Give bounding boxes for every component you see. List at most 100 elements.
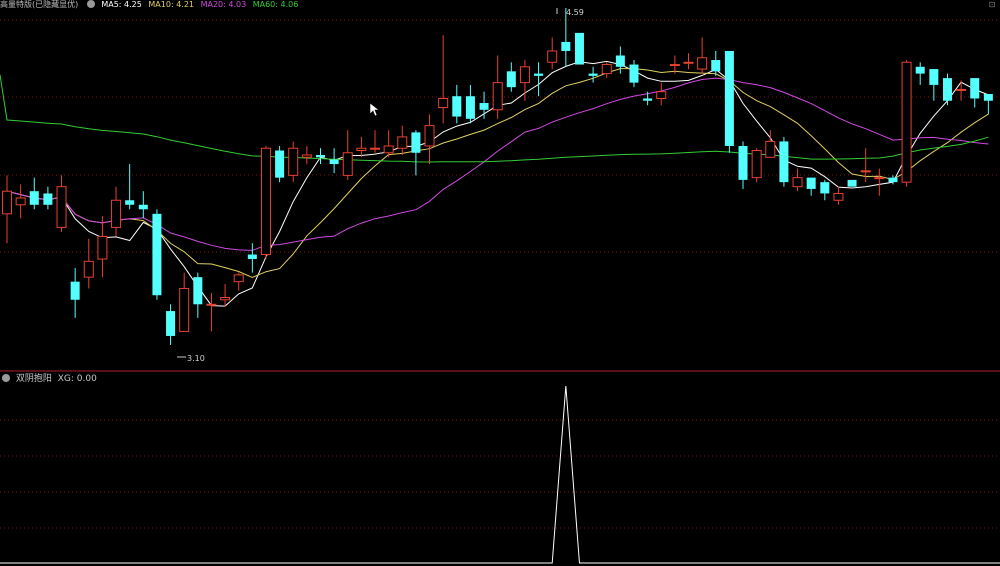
candle bbox=[547, 37, 558, 70]
candle bbox=[260, 145, 271, 260]
candle bbox=[179, 272, 190, 332]
candle-body bbox=[233, 274, 244, 283]
candle-body bbox=[779, 141, 789, 183]
candle-body bbox=[138, 204, 148, 210]
candle-body bbox=[166, 311, 176, 336]
candle bbox=[138, 191, 148, 219]
candle bbox=[111, 186, 122, 237]
candle-body bbox=[247, 254, 257, 260]
candle-body bbox=[629, 64, 639, 83]
candle-body bbox=[152, 213, 162, 296]
candle-body bbox=[179, 287, 190, 332]
candle bbox=[724, 50, 734, 153]
candle bbox=[656, 82, 667, 106]
candle-body bbox=[492, 82, 503, 111]
candle-body bbox=[888, 177, 898, 183]
candle bbox=[792, 168, 803, 192]
candle bbox=[601, 62, 612, 79]
candle-body bbox=[424, 125, 435, 147]
candle-body bbox=[397, 136, 408, 149]
signal-panel bbox=[0, 385, 1000, 564]
candle bbox=[329, 148, 339, 174]
candle bbox=[29, 177, 39, 210]
candle bbox=[970, 78, 980, 108]
candle-body bbox=[465, 96, 475, 119]
candle-body bbox=[561, 41, 571, 51]
candle bbox=[411, 130, 421, 176]
candle-body bbox=[83, 260, 94, 278]
candle-body bbox=[724, 50, 734, 146]
candle-body bbox=[70, 281, 80, 300]
candle-body bbox=[383, 145, 394, 154]
candle-body bbox=[301, 154, 312, 158]
candle bbox=[847, 179, 857, 187]
candle bbox=[915, 62, 925, 85]
candle-body bbox=[970, 78, 980, 99]
candle bbox=[15, 184, 26, 219]
candle bbox=[193, 272, 203, 318]
candle bbox=[874, 168, 885, 196]
candle-body bbox=[833, 192, 844, 201]
candle bbox=[901, 60, 912, 187]
candle bbox=[2, 175, 12, 244]
candle-body bbox=[411, 132, 421, 153]
candle bbox=[820, 179, 830, 201]
candle-body bbox=[915, 66, 925, 74]
candle-body bbox=[220, 297, 231, 301]
candle-body bbox=[765, 140, 776, 158]
candle-body bbox=[2, 190, 12, 215]
candle bbox=[233, 272, 244, 291]
candlestick-chart[interactable]: 4.59 3.10 bbox=[0, 0, 1000, 566]
candle bbox=[629, 60, 639, 88]
candle-body bbox=[697, 57, 708, 70]
price-annotations: 4.59 3.10 bbox=[177, 8, 584, 363]
candle-body bbox=[847, 179, 857, 187]
candle bbox=[806, 177, 816, 196]
candle bbox=[43, 186, 53, 210]
candle-body bbox=[506, 71, 516, 88]
candle bbox=[942, 73, 952, 106]
candle-body bbox=[97, 235, 108, 260]
candles bbox=[2, 8, 993, 345]
candle bbox=[751, 148, 762, 183]
candle bbox=[669, 55, 680, 74]
candle bbox=[506, 62, 516, 92]
candle bbox=[643, 91, 653, 106]
candle-body bbox=[711, 60, 721, 72]
candle bbox=[479, 91, 489, 119]
candle bbox=[534, 62, 544, 97]
candle bbox=[247, 243, 257, 273]
candle-body bbox=[370, 147, 381, 150]
candle bbox=[275, 145, 285, 183]
candle bbox=[206, 292, 217, 332]
candle-body bbox=[15, 197, 26, 206]
candle-body bbox=[574, 32, 584, 65]
candle bbox=[288, 141, 299, 183]
candle-body bbox=[929, 69, 939, 85]
candle bbox=[519, 60, 530, 101]
candle-body bbox=[643, 98, 653, 101]
candle-body bbox=[792, 177, 803, 188]
candle bbox=[697, 37, 708, 74]
mouse-cursor-icon bbox=[369, 102, 380, 117]
candle-body bbox=[125, 200, 135, 205]
candle-body bbox=[615, 55, 625, 67]
candle bbox=[152, 209, 162, 300]
candle-body bbox=[683, 61, 694, 64]
candle bbox=[683, 53, 694, 70]
candle-body bbox=[656, 91, 667, 99]
low-price-label: 3.10 bbox=[187, 354, 205, 363]
candle-body bbox=[874, 177, 885, 180]
candle-body bbox=[452, 96, 462, 117]
candle-body bbox=[956, 88, 967, 91]
candle bbox=[166, 304, 176, 345]
candle bbox=[125, 164, 135, 210]
candle-body bbox=[534, 73, 544, 76]
candle-body bbox=[193, 277, 203, 305]
candle-body bbox=[438, 97, 449, 109]
candle bbox=[70, 268, 80, 318]
candle-body bbox=[942, 78, 952, 101]
candle bbox=[452, 84, 462, 124]
candle-body bbox=[983, 93, 993, 101]
candle bbox=[574, 32, 584, 65]
